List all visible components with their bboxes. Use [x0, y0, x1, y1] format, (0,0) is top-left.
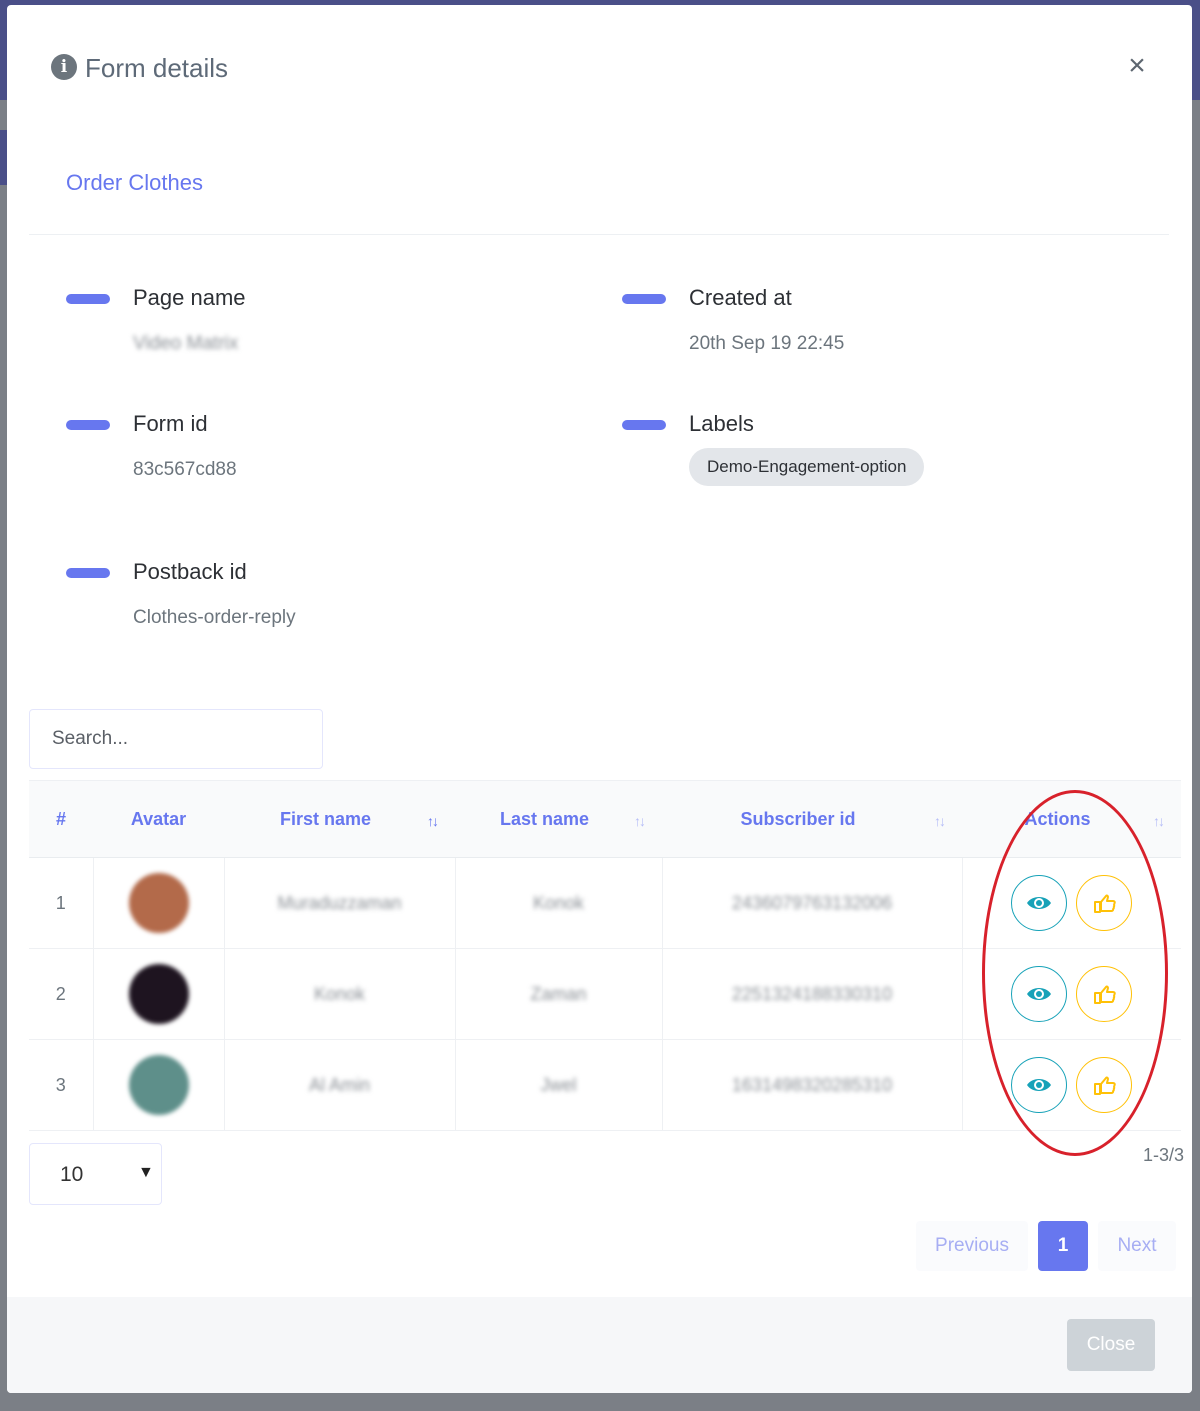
hand-pointer-icon — [1094, 985, 1116, 1004]
assign-label-button[interactable] — [1076, 1057, 1133, 1113]
header-label: Avatar — [130, 808, 187, 829]
sort-icon[interactable]: ↑↓ — [427, 813, 439, 829]
page-name-value: Video Matrix — [133, 333, 239, 354]
modal-footer: Close — [7, 1297, 1192, 1393]
page-1-button[interactable]: 1 — [1038, 1221, 1088, 1271]
avatar-cell — [93, 1039, 225, 1131]
last-name-cell: Zaman — [455, 948, 663, 1040]
actions-cell — [962, 948, 1181, 1040]
view-subscriber-button[interactable] — [1011, 966, 1068, 1022]
form-name: Order Clothes — [66, 170, 203, 195]
header-label: Actions — [1024, 808, 1091, 829]
bullet-marker — [66, 568, 110, 578]
last-name-cell: Jwel — [455, 1039, 663, 1131]
avatar-cell — [93, 857, 225, 949]
bullet-marker — [622, 294, 666, 304]
eye-icon — [1027, 1079, 1052, 1091]
next-page-button[interactable]: Next — [1098, 1221, 1176, 1271]
table-row: 2 Konok Zaman 2251324188330310 — [29, 948, 1181, 1040]
avatar-cell — [93, 948, 225, 1040]
subscriber-id-cell: 1631498320285310 — [662, 1039, 963, 1131]
form-id-value: 83c567cd88 — [133, 459, 237, 480]
avatar — [128, 873, 189, 933]
row-index: 3 — [29, 1039, 94, 1131]
bullet-marker — [622, 420, 666, 430]
form-details-modal: i Form details × Order Clothes Page name… — [7, 5, 1192, 1393]
subscriber-id-cell: 2251324188330310 — [662, 948, 963, 1040]
sort-icon[interactable]: ↑↓ — [1153, 813, 1165, 829]
assign-label-button[interactable] — [1076, 875, 1133, 931]
close-icon[interactable]: × — [1123, 51, 1151, 81]
subscribers-table: # Avatar First name ↑↓ Last name ↑↓ Subscr… — [29, 780, 1181, 1131]
form-id-label: Form id — [133, 411, 208, 436]
row-index: 1 — [29, 857, 94, 949]
first-name-cell: Muraduzzaman — [224, 857, 456, 949]
divider — [29, 234, 1169, 235]
col-header-first-name[interactable]: First name ↑↓ — [224, 780, 455, 858]
labels-label: Labels — [689, 411, 754, 436]
modal-title: Form details — [85, 53, 229, 83]
first-name-cell: Al Amin — [224, 1039, 456, 1131]
first-name-cell: Konok — [224, 948, 456, 1040]
avatar — [128, 1055, 189, 1115]
col-header-avatar: Avatar — [93, 780, 224, 858]
previous-page-button[interactable]: Previous — [916, 1221, 1028, 1271]
created-at-label: Created at — [689, 285, 792, 310]
assign-label-button[interactable] — [1076, 966, 1133, 1022]
eye-icon — [1027, 988, 1052, 1000]
postback-id-value: Clothes-order-reply — [133, 607, 296, 628]
pagination-range: 1-3/3 — [1142, 1145, 1184, 1165]
label-badge: Demo-Engagement-option — [689, 448, 925, 486]
col-header-subscriber-id[interactable]: Subscriber id ↑↓ — [662, 780, 962, 858]
per-page-value: 10 — [60, 1163, 84, 1186]
last-name-cell: Konok — [455, 857, 663, 949]
postback-id-label: Postback id — [133, 559, 247, 584]
page-name-label: Page name — [133, 285, 246, 310]
header-label: Subscriber id — [740, 808, 856, 829]
bullet-marker — [66, 420, 110, 430]
row-index: 2 — [29, 948, 94, 1040]
sort-icon[interactable]: ↑↓ — [934, 813, 946, 829]
actions-cell — [962, 857, 1181, 949]
bullet-marker — [66, 294, 110, 304]
avatar — [128, 964, 189, 1024]
created-at-value: 20th Sep 19 22:45 — [689, 333, 845, 354]
eye-icon — [1027, 897, 1052, 909]
table-row: 3 Al Amin Jwel 1631498320285310 — [29, 1039, 1181, 1131]
view-subscriber-button[interactable] — [1011, 875, 1068, 931]
search-input[interactable] — [29, 709, 323, 769]
col-header-actions[interactable]: Actions ↑↓ — [962, 780, 1181, 858]
subscriber-id-cell: 2436079763132006 — [662, 857, 963, 949]
table-row: 1 Muraduzzaman Konok 2436079763132006 — [29, 857, 1181, 949]
col-header-index: # — [29, 780, 93, 858]
modal-header: i Form details × — [7, 5, 1192, 135]
header-label: # — [55, 808, 66, 829]
actions-cell — [962, 1039, 1181, 1131]
caret-down-icon: ▼ — [138, 1164, 154, 1181]
view-subscriber-button[interactable] — [1011, 1057, 1068, 1113]
header-label: Last name — [499, 808, 590, 829]
table-header-row: # Avatar First name ↑↓ Last name ↑↓ Subscr… — [29, 780, 1181, 858]
col-header-last-name[interactable]: Last name ↑↓ — [455, 780, 662, 858]
per-page-select[interactable]: 10 ▼ — [29, 1143, 162, 1205]
info-icon: i — [51, 54, 77, 80]
header-label: First name — [279, 808, 372, 829]
close-button[interactable]: Close — [1067, 1319, 1155, 1371]
sort-icon[interactable]: ↑↓ — [634, 813, 646, 829]
hand-pointer-icon — [1094, 894, 1116, 913]
hand-pointer-icon — [1094, 1076, 1116, 1095]
